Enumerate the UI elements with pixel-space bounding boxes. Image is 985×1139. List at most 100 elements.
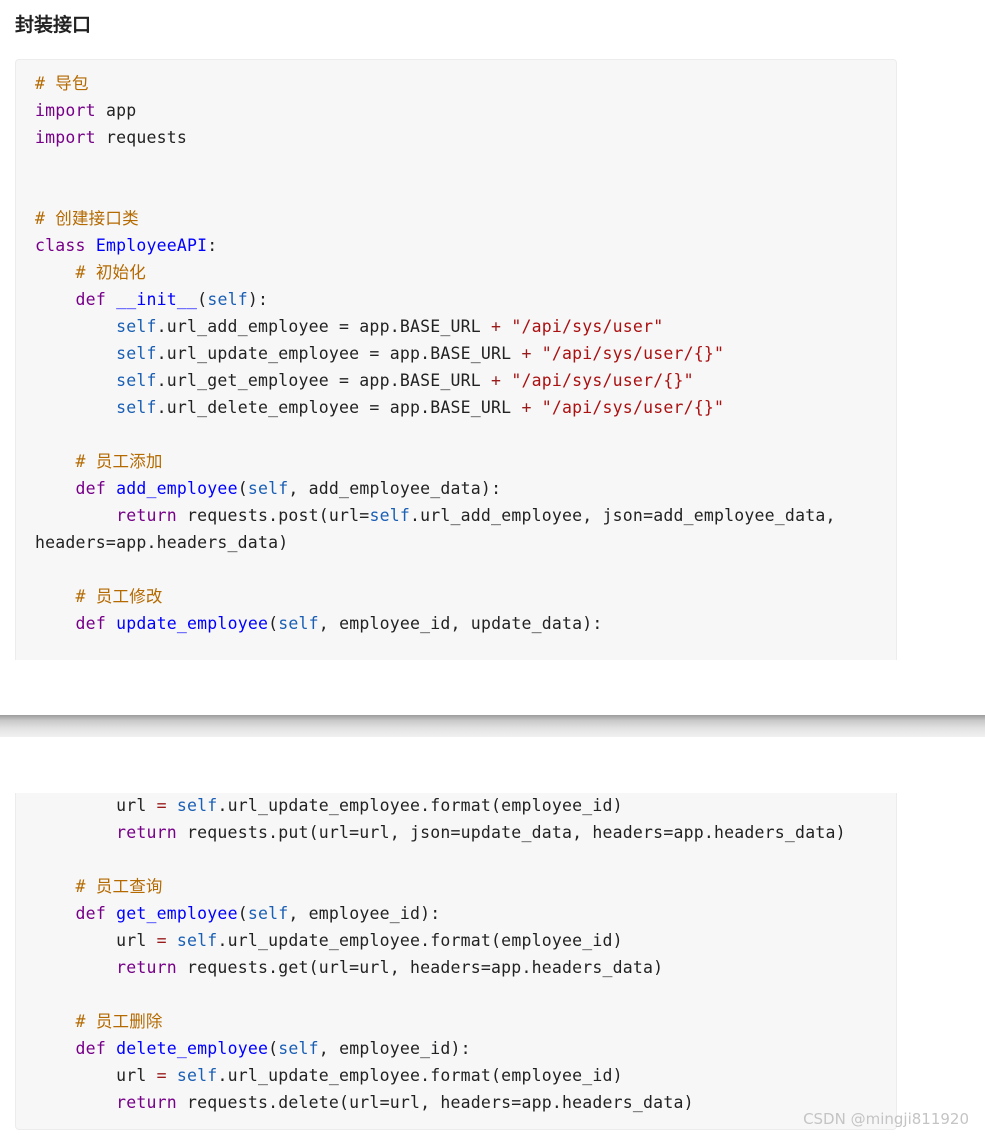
code-token: self <box>278 1039 319 1058</box>
code-token: def <box>75 290 106 309</box>
code-token: return <box>116 823 177 842</box>
code-token: self <box>369 506 410 525</box>
code-token: def <box>75 904 106 923</box>
code-token: # 员工删除 <box>75 1012 163 1031</box>
code-listing-top: # 导包 import app import requests # 创建接口类 clas… <box>35 70 836 637</box>
code-token: # 员工添加 <box>75 452 163 471</box>
code-line: class EmployeeAPI: <box>35 232 836 259</box>
code-token: + <box>521 398 532 417</box>
code-token: + <box>491 371 502 390</box>
code-token: # 员工修改 <box>75 587 163 606</box>
code-line: def __init__(self): <box>35 286 836 313</box>
code-token: requests.delete(url=url, headers=app.hea… <box>176 1093 694 1112</box>
code-token: add_employee <box>116 479 238 498</box>
code-token: get_employee <box>116 904 238 923</box>
code-line: # 员工查询 <box>35 873 846 900</box>
code-token: ( <box>237 479 248 498</box>
code-token: self <box>116 371 157 390</box>
code-token: class <box>35 236 86 255</box>
code-token: return <box>116 958 177 977</box>
code-token: import <box>35 128 96 147</box>
code-token: self <box>176 1066 218 1085</box>
section-heading: 封装接口 <box>15 14 92 36</box>
code-token: ): <box>247 290 269 309</box>
code-line: self.url_add_employee = app.BASE_URL + "… <box>35 313 836 340</box>
code-token: ( <box>268 1039 279 1058</box>
code-token: self <box>176 796 218 815</box>
code-token: "/api/sys/user/{}" <box>541 344 725 363</box>
code-token: self <box>116 317 157 336</box>
code-token: ( <box>237 904 248 923</box>
code-token: url <box>35 931 157 950</box>
code-block-bottom: url = self.url_update_employee.format(em… <box>15 793 897 1130</box>
code-token: .url_update_employee.format(employee_id) <box>217 931 623 950</box>
code-token: update_employee <box>116 614 269 633</box>
code-token: requests.post(url= <box>176 506 370 525</box>
code-token: , employee_id): <box>318 1039 471 1058</box>
code-line: # 员工删除 <box>35 1008 846 1035</box>
code-token: , add_employee_data): <box>288 479 502 498</box>
code-line: return requests.delete(url=url, headers=… <box>35 1089 846 1116</box>
code-token: self <box>116 398 157 417</box>
code-token: "/api/sys/user/{}" <box>541 398 725 417</box>
code-token: .url_update_employee = app.BASE_URL <box>156 344 522 363</box>
code-listing-bottom: url = self.url_update_employee.format(em… <box>35 792 846 1116</box>
code-line: url = self.url_update_employee.format(em… <box>35 792 846 819</box>
code-line: import app <box>35 97 836 124</box>
code-token: "/api/sys/user/{}" <box>511 371 694 390</box>
code-token: , employee_id): <box>288 904 441 923</box>
code-token: # 员工查询 <box>75 877 163 896</box>
code-token: url <box>35 796 157 815</box>
code-token: # 初始化 <box>75 263 146 282</box>
code-line: self.url_get_employee = app.BASE_URL + "… <box>35 367 836 394</box>
code-token: # 导包 <box>35 74 89 93</box>
code-line: # 员工修改 <box>35 583 836 610</box>
code-token: requests <box>95 128 188 147</box>
code-token: self <box>278 614 319 633</box>
code-token: import <box>35 101 96 120</box>
code-token: .url_update_employee.format(employee_id) <box>217 796 623 815</box>
code-token: .url_get_employee = app.BASE_URL <box>156 371 492 390</box>
code-token: return <box>116 1093 177 1112</box>
code-line: return requests.put(url=url, json=update… <box>35 819 846 846</box>
code-token: ( <box>197 290 208 309</box>
code-token: ( <box>268 614 279 633</box>
code-line: headers=app.headers_data) <box>35 529 836 556</box>
code-token: return <box>116 506 177 525</box>
code-token: self <box>207 290 248 309</box>
code-token: , employee_id, update_data): <box>318 614 603 633</box>
code-token: .url_add_employee = app.BASE_URL <box>156 317 492 336</box>
code-token: + <box>491 317 502 336</box>
code-token: .url_delete_employee = app.BASE_URL <box>156 398 522 417</box>
code-token: EmployeeAPI <box>95 236 208 255</box>
code-line: self.url_update_employee = app.BASE_URL … <box>35 340 836 367</box>
code-token: def <box>75 479 106 498</box>
code-token: __init__ <box>116 290 198 309</box>
